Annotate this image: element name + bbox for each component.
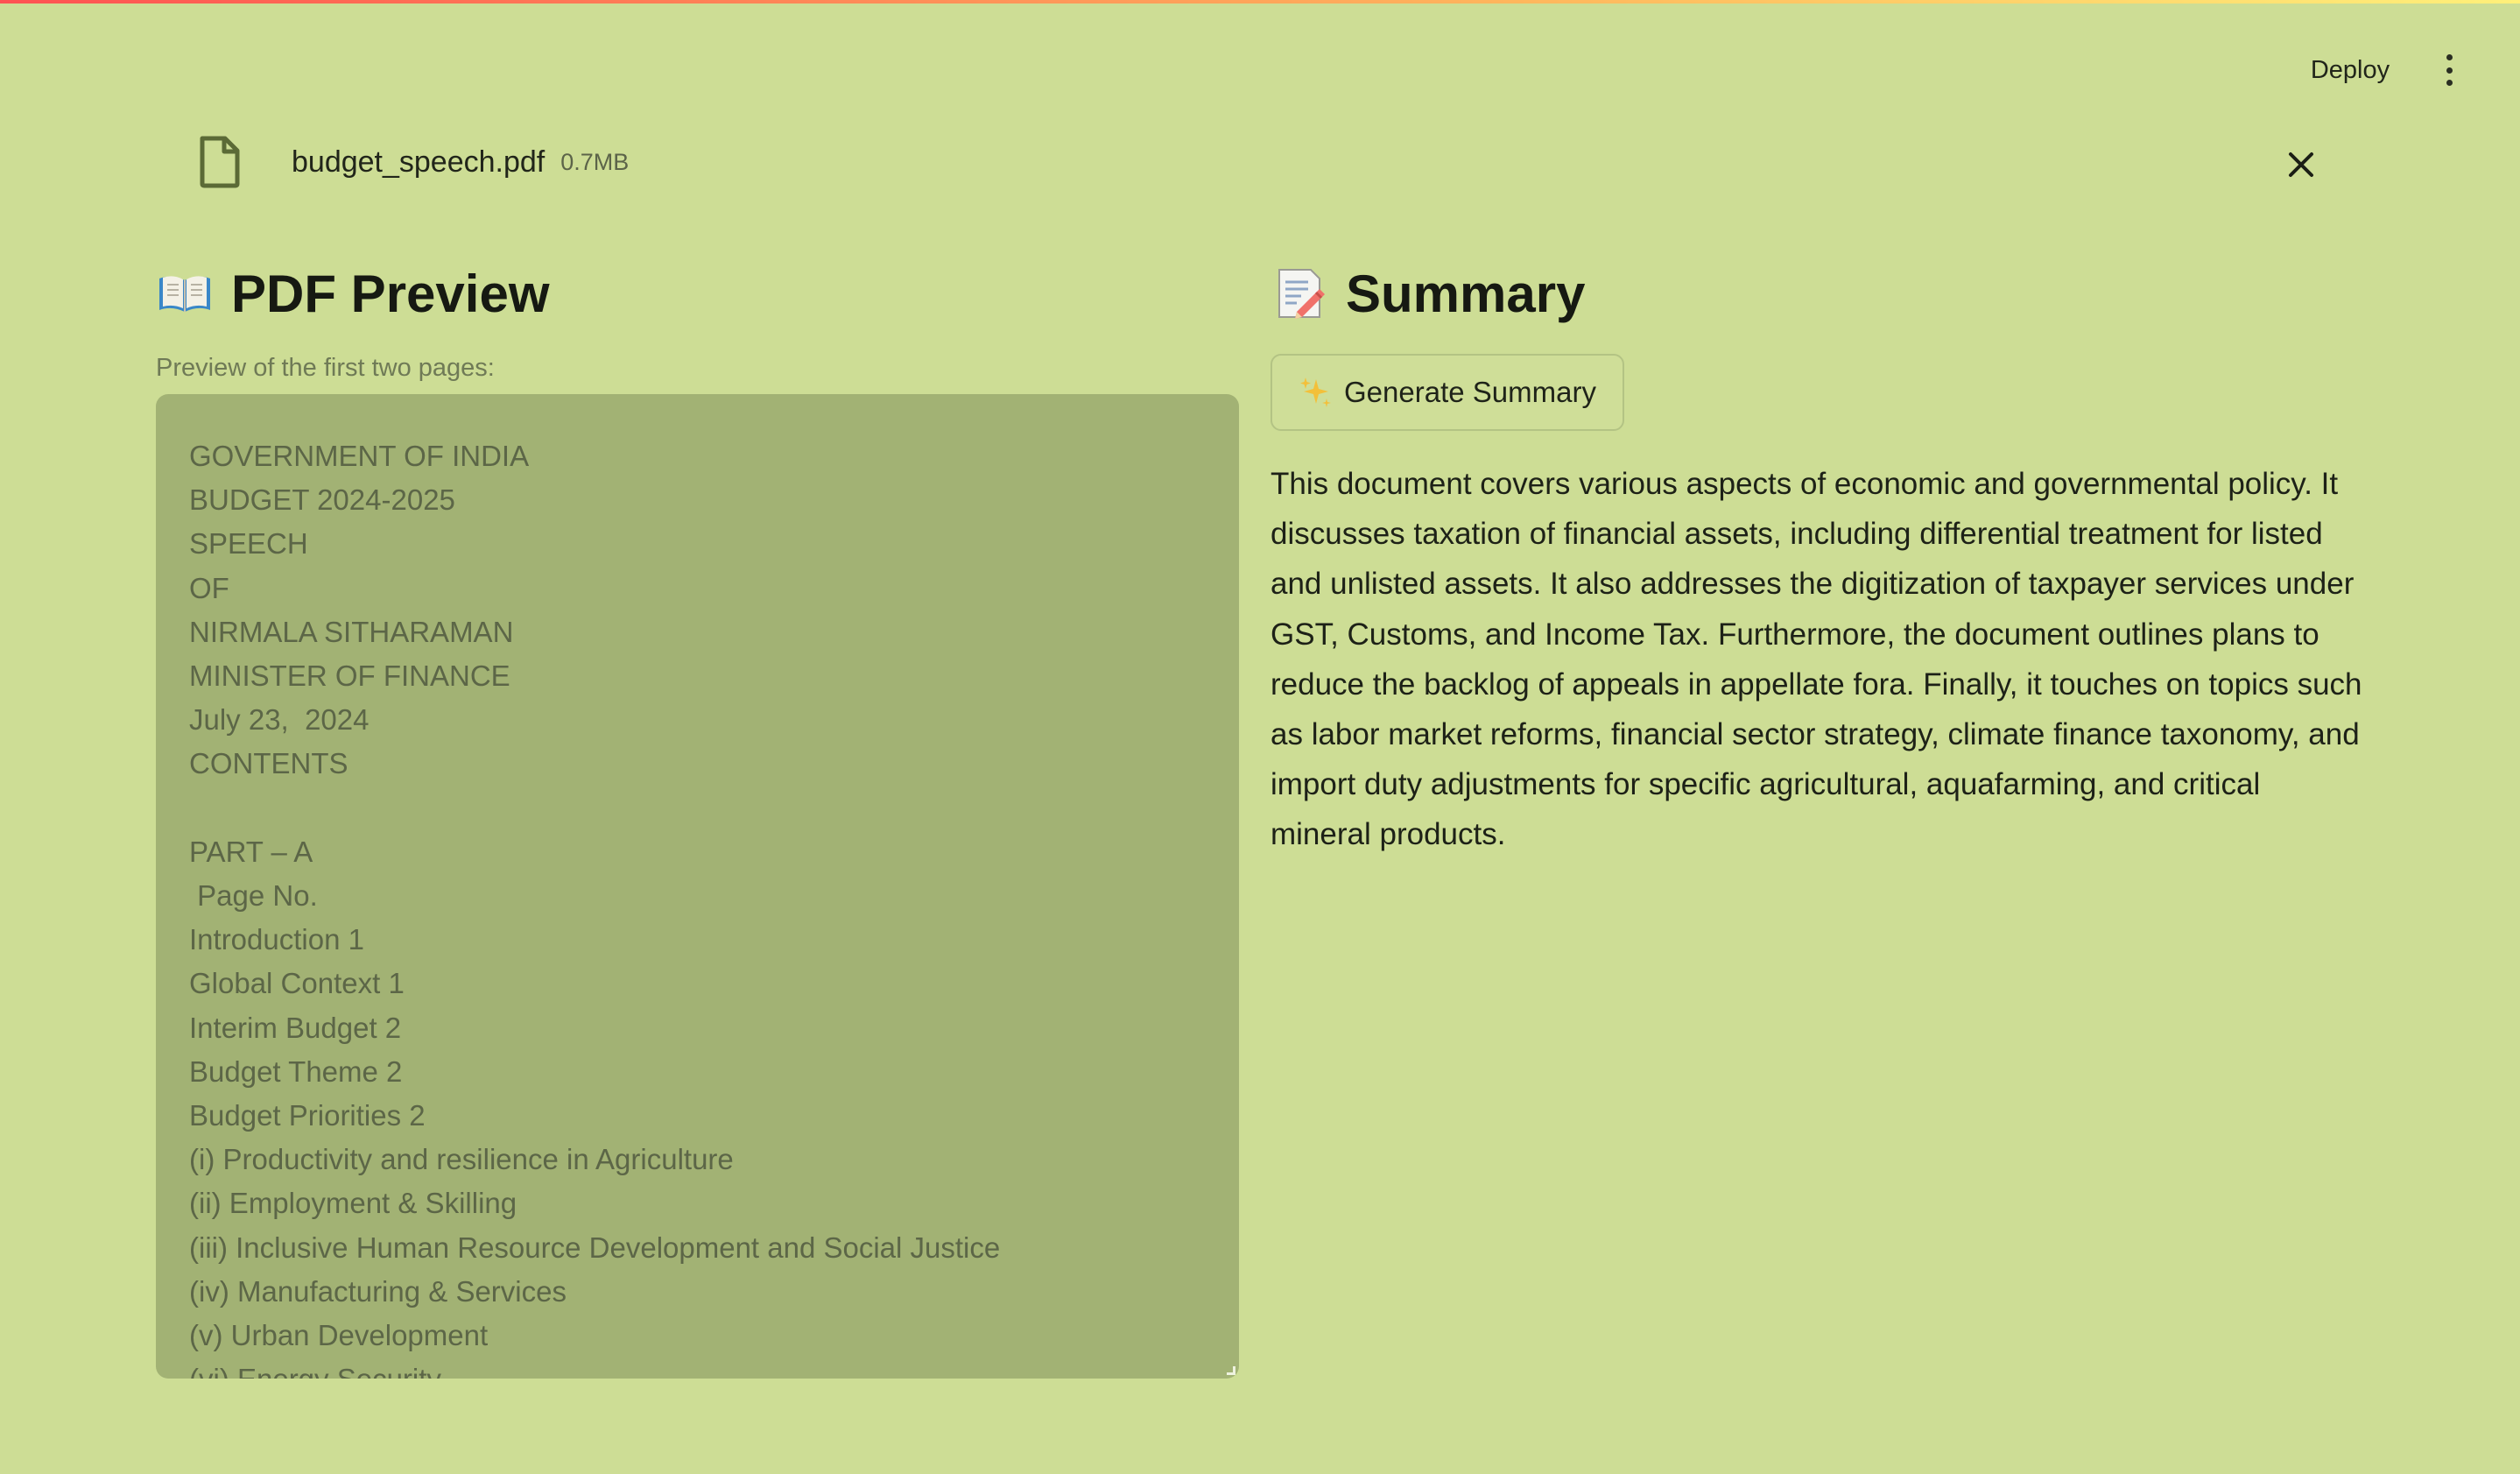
kebab-menu-icon[interactable] — [2436, 54, 2462, 86]
uploaded-file: budget_speech.pdf 0.7MB — [197, 131, 629, 193]
page-title: PDF Preview — [231, 264, 550, 323]
summary-heading: Summary — [1271, 254, 2365, 333]
file-icon — [200, 136, 240, 188]
pdf-preview-column: PDF Preview Preview of the first two pag… — [156, 254, 1239, 1379]
file-size: 0.7MB — [560, 148, 630, 175]
file-name: budget_speech.pdf — [292, 145, 546, 179]
generate-summary-label: Generate Summary — [1344, 376, 1596, 408]
pdf-text-content: GOVERNMENT OF INDIA BUDGET 2024-2025 SPE… — [189, 440, 1001, 1379]
generate-summary-button[interactable]: Generate Summary — [1271, 354, 1624, 431]
pdf-preview-heading: PDF Preview — [156, 254, 1239, 333]
summary-title: Summary — [1346, 264, 1586, 323]
sparkles-icon — [1300, 377, 1331, 407]
preview-caption: Preview of the first two pages: — [156, 354, 495, 382]
deploy-button[interactable]: Deploy — [2294, 53, 2406, 88]
summary-text: This document covers various aspects of … — [1271, 467, 2362, 852]
close-icon[interactable] — [2282, 145, 2320, 184]
resize-handle-icon[interactable] — [1227, 1366, 1235, 1375]
top-decoration-bar — [0, 0, 2520, 4]
summary-column: Summary Generate Summary This document c… — [1271, 254, 2365, 860]
memo-icon — [1278, 269, 1325, 319]
open-book-icon — [159, 276, 210, 312]
pdf-text-area[interactable]: GOVERNMENT OF INDIA BUDGET 2024-2025 SPE… — [156, 394, 1239, 1379]
